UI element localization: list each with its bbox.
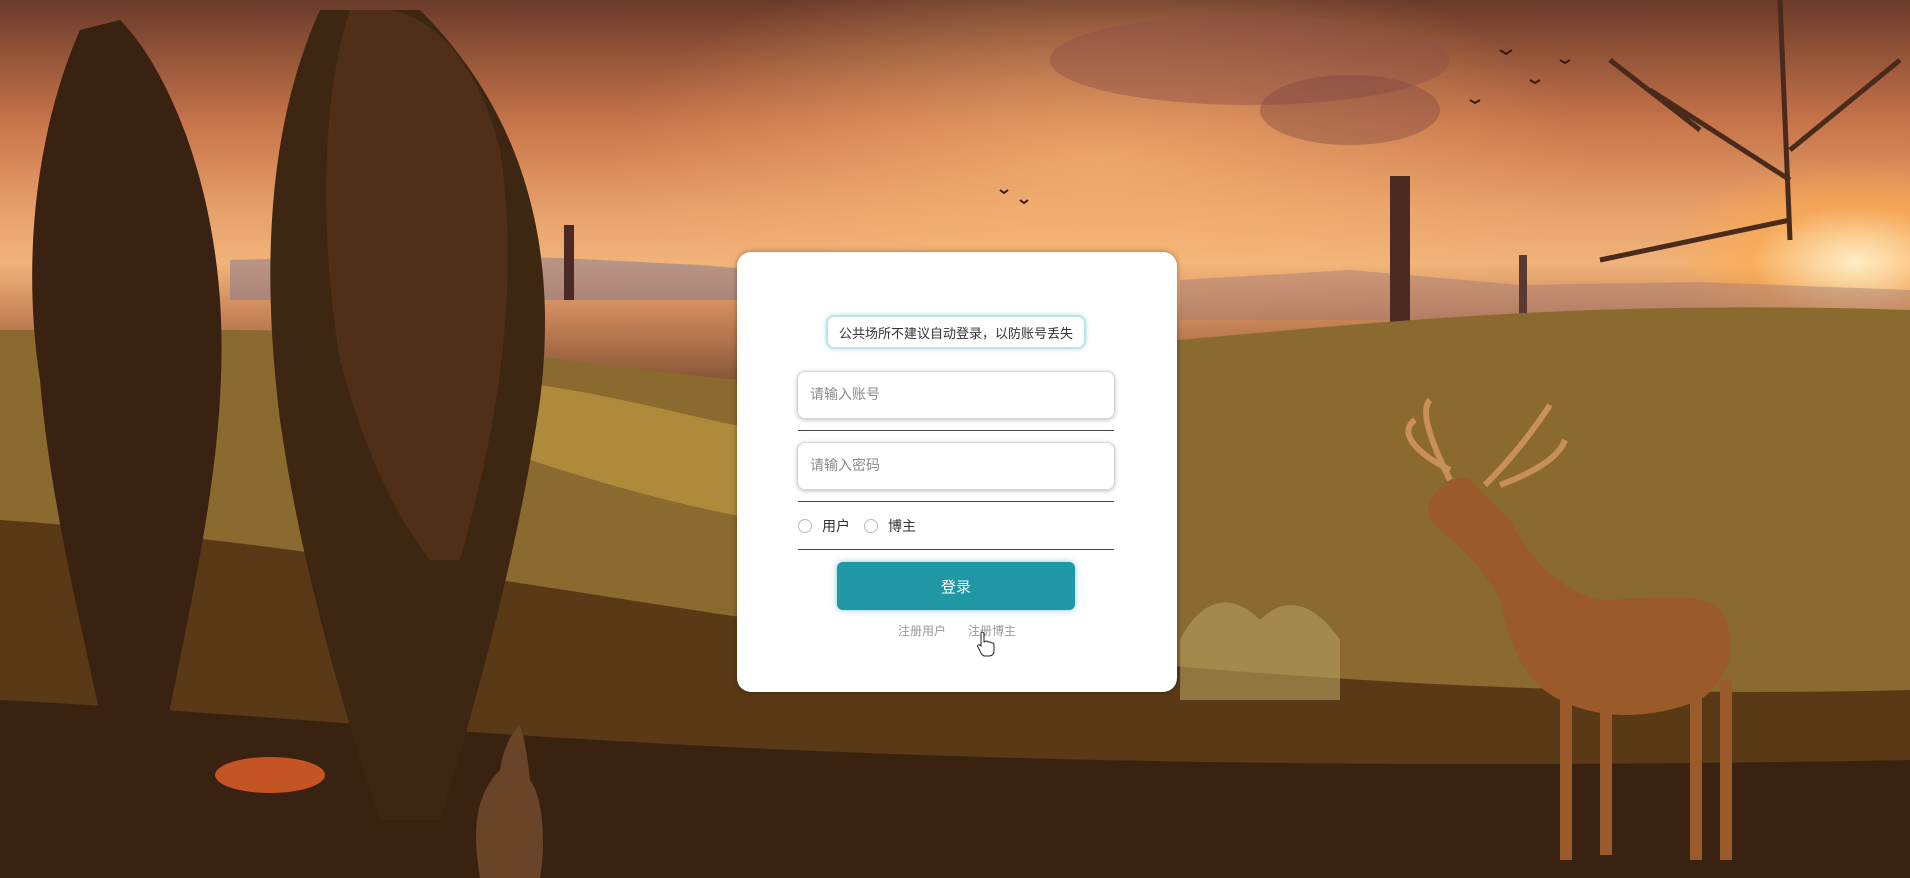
login-card: 公共场所不建议自动登录，以防账号丢失 用户 博主 登录 注册用户 注册博主	[737, 252, 1177, 692]
register-user-link[interactable]: 注册用户	[898, 622, 946, 639]
register-links: 注册用户 注册博主	[737, 622, 1177, 639]
role-blogger-label[interactable]: 博主	[888, 516, 916, 536]
password-input[interactable]	[798, 443, 1114, 489]
password-field[interactable]	[797, 442, 1115, 490]
role-user-label[interactable]: 用户	[822, 516, 850, 536]
role-divider	[798, 549, 1114, 550]
account-field[interactable]	[797, 371, 1115, 419]
hand-pointer-icon	[977, 631, 995, 657]
login-button[interactable]: 登录	[837, 562, 1075, 610]
account-input[interactable]	[798, 372, 1114, 418]
account-divider	[798, 430, 1114, 431]
role-selector: 用户 博主	[798, 516, 930, 536]
auto-login-notice: 公共场所不建议自动登录，以防账号丢失	[826, 315, 1086, 349]
role-blogger-radio[interactable]	[864, 519, 878, 533]
role-user-radio[interactable]	[798, 519, 812, 533]
password-divider	[798, 501, 1114, 502]
